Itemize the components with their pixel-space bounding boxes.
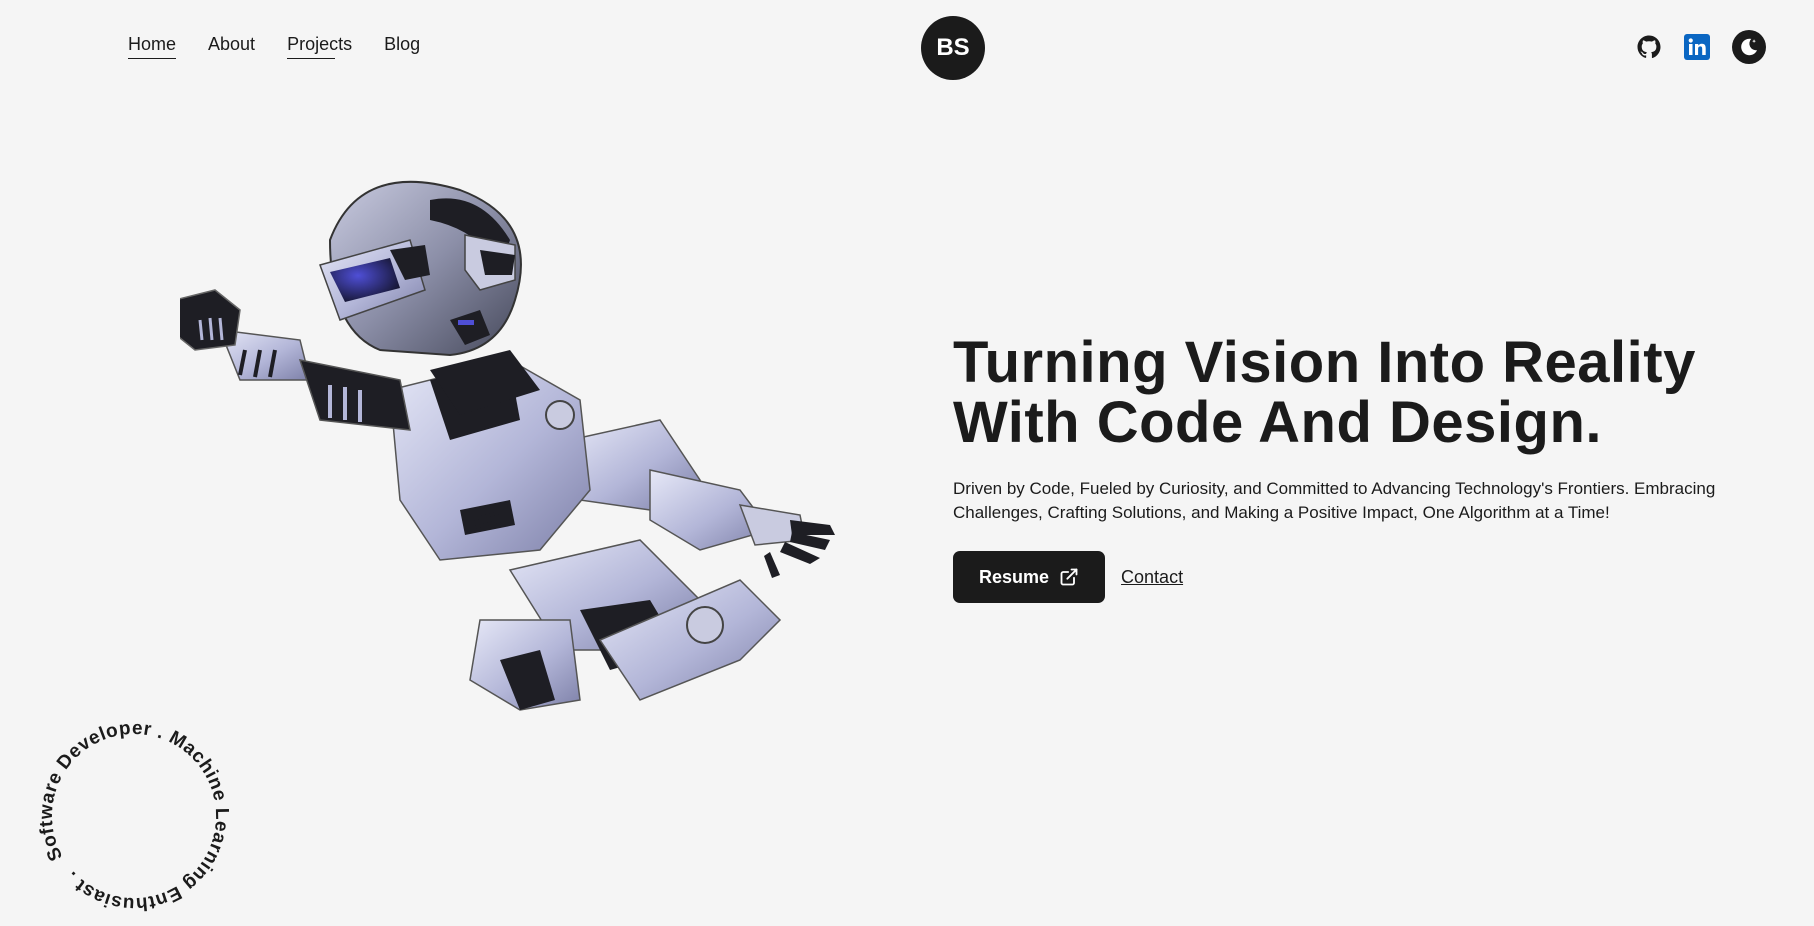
moon-icon	[1741, 38, 1758, 56]
site-header: Home About Projects Blog BS	[0, 0, 1814, 96]
svg-text:Software Developer . Machine L: Software Developer . Machine Learning En…	[24, 706, 244, 926]
hero-description: Driven by Code, Fueled by Curiosity, and…	[953, 479, 1716, 522]
hero-section: Turning Vision Into Reality With Code An…	[953, 333, 1773, 603]
hero-actions: Resume Contact	[953, 551, 1773, 603]
theme-toggle-button[interactable]	[1732, 30, 1766, 64]
nav-blog[interactable]: Blog	[384, 34, 420, 59]
github-icon	[1637, 35, 1661, 59]
contact-link[interactable]: Contact	[1121, 567, 1183, 588]
linkedin-icon	[1684, 34, 1710, 60]
resume-button-label: Resume	[979, 566, 1050, 587]
github-link[interactable]	[1636, 34, 1662, 60]
logo-text: BS	[936, 34, 970, 61]
nav-home[interactable]: Home	[128, 34, 177, 59]
linkedin-link[interactable]	[1684, 34, 1710, 60]
robot-illustration	[180, 180, 835, 711]
main-nav: Home About Projects Blog	[128, 34, 420, 59]
role-badge-text: Software Developer . Machine Learning En…	[24, 706, 244, 926]
rotating-role-badge: Software Developer . Machine Learning En…	[24, 706, 244, 926]
hero-title: Turning Vision Into Reality With Code An…	[953, 330, 1696, 455]
social-links	[1636, 30, 1766, 64]
external-link-icon	[1060, 568, 1078, 586]
nav-about[interactable]: About	[208, 34, 255, 59]
logo-badge[interactable]: BS	[921, 16, 985, 80]
resume-button[interactable]: Resume	[953, 551, 1106, 603]
nav-projects[interactable]: Projects	[287, 34, 352, 59]
